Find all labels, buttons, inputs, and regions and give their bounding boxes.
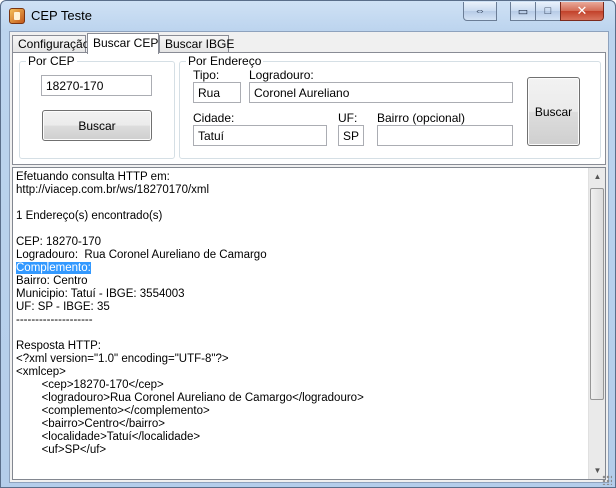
por-cep-group-label: Por CEP bbox=[26, 54, 77, 68]
scroll-up-arrow-icon[interactable]: ▲ bbox=[589, 168, 605, 185]
buscar-endereco-button[interactable]: Buscar bbox=[527, 77, 580, 146]
cep-input[interactable] bbox=[41, 75, 152, 96]
por-endereco-group: Por Endereço Tipo: Logradouro: Cidade: U… bbox=[179, 54, 601, 159]
logradouro-label: Logradouro: bbox=[249, 68, 314, 82]
tab-page-buscar-cep: Por CEP Buscar Por Endereço Tipo: Lograd… bbox=[12, 52, 606, 165]
logradouro-input[interactable] bbox=[249, 82, 513, 103]
uf-input[interactable] bbox=[338, 125, 364, 146]
cidade-input[interactable] bbox=[193, 125, 327, 146]
app-window: CEP Teste ⇔ ▭ □ ✕ Configuração Buscar CE… bbox=[0, 0, 616, 488]
client-area: Configuração Buscar CEP Buscar IBGE Por … bbox=[9, 31, 609, 483]
tab-buscar-ibge[interactable]: Buscar IBGE bbox=[159, 35, 234, 53]
result-textbox[interactable]: Efetuando consulta HTTP em: http://viace… bbox=[12, 167, 606, 480]
bairro-input[interactable] bbox=[377, 125, 513, 146]
result-text-before: Efetuando consulta HTTP em: http://viace… bbox=[16, 171, 267, 261]
vertical-scrollbar[interactable]: ▲ ▼ bbox=[588, 168, 605, 479]
window-title: CEP Teste bbox=[31, 8, 92, 23]
app-icon bbox=[9, 8, 25, 24]
bairro-label: Bairro (opcional) bbox=[377, 111, 466, 125]
uf-label: UF: bbox=[338, 111, 358, 125]
title-bar[interactable]: CEP Teste ⇔ ▭ □ ✕ bbox=[1, 1, 615, 31]
por-endereco-group-label: Por Endereço bbox=[186, 54, 264, 68]
tab-configuracao[interactable]: Configuração bbox=[12, 35, 89, 53]
result-text-after: Bairro: Centro Municipio: Tatuí - IBGE: … bbox=[16, 275, 364, 456]
result-text: Efetuando consulta HTTP em: http://viace… bbox=[16, 171, 586, 457]
minimize-button[interactable]: ▭ bbox=[510, 2, 536, 21]
selected-text: Complemento: bbox=[16, 262, 91, 274]
tab-buscar-cep[interactable]: Buscar CEP bbox=[87, 33, 159, 54]
scroll-thumb[interactable] bbox=[590, 188, 604, 400]
tipo-input[interactable] bbox=[193, 82, 241, 103]
por-cep-group: Por CEP Buscar bbox=[19, 54, 175, 159]
maximize-button[interactable]: □ bbox=[535, 2, 561, 21]
close-button[interactable]: ✕ bbox=[560, 2, 604, 21]
resize-grip-icon[interactable] bbox=[602, 475, 612, 485]
swap-button[interactable]: ⇔ bbox=[463, 2, 497, 21]
buscar-cep-button[interactable]: Buscar bbox=[42, 110, 152, 141]
tipo-label: Tipo: bbox=[193, 68, 220, 82]
cidade-label: Cidade: bbox=[193, 111, 235, 125]
